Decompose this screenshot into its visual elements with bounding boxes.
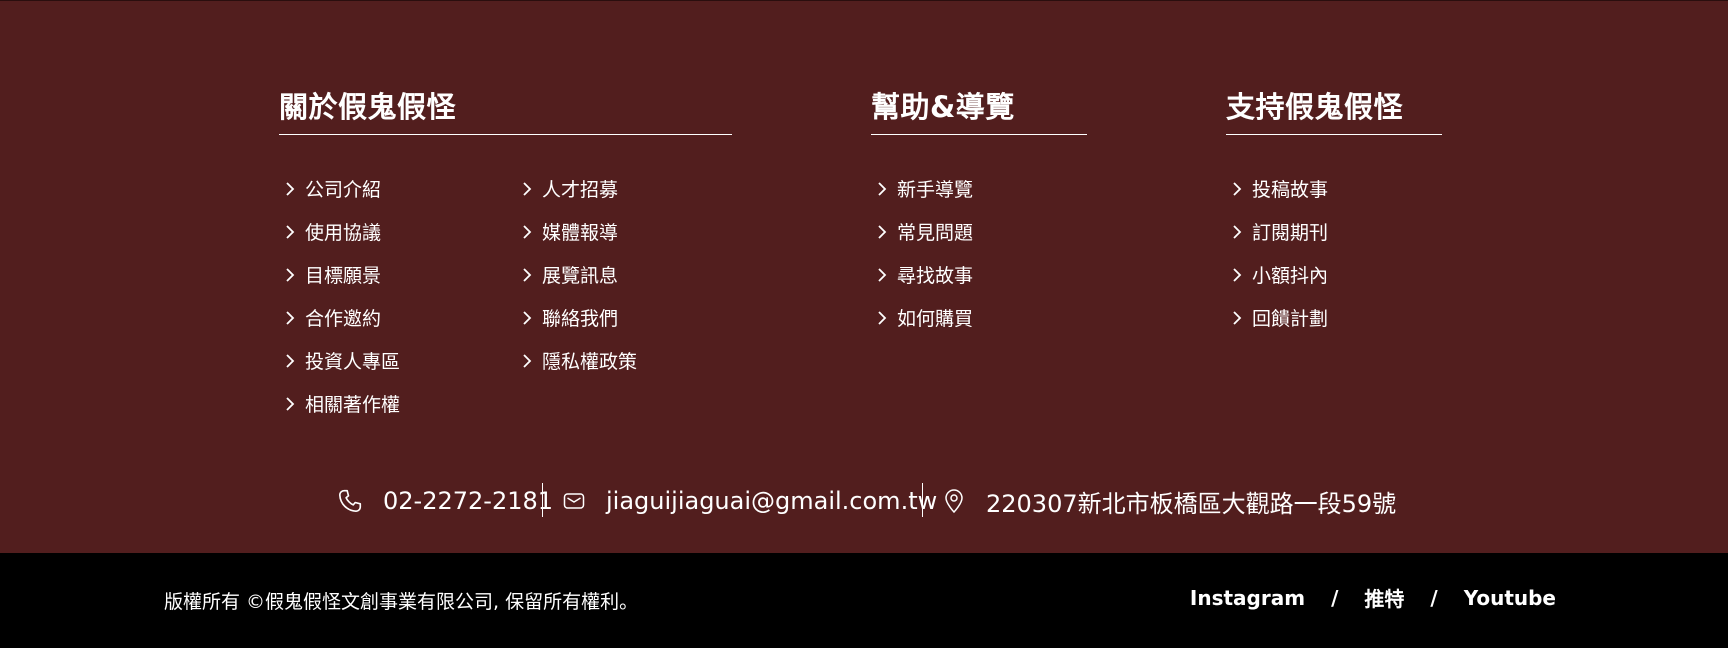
link-label: 合作邀約: [305, 308, 382, 330]
about-link-exhibitions[interactable]: 展覽訊息: [516, 253, 637, 296]
about-link-partnership[interactable]: 合作邀約: [279, 296, 400, 339]
street-address: 220307新北市板橋區大觀路一段59號: [986, 489, 1397, 518]
chevron-right-icon: [522, 223, 538, 241]
support-link-rewards[interactable]: 回饋計劃: [1226, 296, 1328, 339]
chevron-right-icon: [285, 266, 301, 284]
chevron-right-icon: [285, 309, 301, 327]
support-section: 支持假鬼假怪: [1226, 85, 1442, 135]
about-link-vision[interactable]: 目標願景: [279, 253, 400, 296]
link-label: 隱私權政策: [542, 351, 638, 373]
chevron-right-icon: [1232, 180, 1248, 198]
location-pin-icon: [942, 488, 966, 514]
social-link-youtube[interactable]: Youtube: [1464, 586, 1556, 610]
about-link-careers[interactable]: 人才招募: [516, 167, 637, 210]
link-label: 常見問題: [897, 222, 974, 244]
chevron-right-icon: [285, 352, 301, 370]
chevron-right-icon: [522, 309, 538, 327]
about-link-contact[interactable]: 聯絡我們: [516, 296, 637, 339]
link-label: 投資人專區: [305, 351, 401, 373]
about-link-company[interactable]: 公司介紹: [279, 167, 400, 210]
about-links-col2: 人才招募 媒體報導 展覽訊息 聯絡我們 隱私權政策: [516, 167, 637, 382]
phone-number: 02-2272-2181: [383, 487, 554, 515]
support-link-submit-story[interactable]: 投稿故事: [1226, 167, 1328, 210]
support-links: 投稿故事 訂閱期刊 小額抖內 回饋計劃: [1226, 167, 1328, 339]
link-label: 尋找故事: [897, 265, 974, 287]
about-link-press[interactable]: 媒體報導: [516, 210, 637, 253]
chevron-right-icon: [1232, 309, 1248, 327]
about-link-privacy[interactable]: 隱私權政策: [516, 339, 637, 382]
phone-icon: [337, 488, 363, 514]
help-heading: 幫助&導覽: [871, 85, 1087, 135]
social-separator: /: [1430, 585, 1438, 610]
link-label: 新手導覽: [897, 179, 974, 201]
link-label: 投稿故事: [1252, 179, 1329, 201]
chevron-right-icon: [1232, 266, 1248, 284]
copyright-text: 版權所有 ©假鬼假怪文創事業有限公司, 保留所有權利。: [164, 591, 639, 613]
chevron-right-icon: [877, 309, 893, 327]
about-link-copyright[interactable]: 相關著作權: [279, 382, 400, 425]
link-label: 聯絡我們: [542, 308, 619, 330]
help-link-how-to-buy[interactable]: 如何購買: [871, 296, 973, 339]
link-label: 回饋計劃: [1252, 308, 1329, 330]
chevron-right-icon: [285, 223, 301, 241]
social-separator: /: [1331, 585, 1339, 610]
mail-icon: [562, 489, 586, 513]
contact-email[interactable]: jiaguijiaguai@gmail.com.tw: [562, 479, 937, 523]
about-heading: 關於假鬼假怪: [279, 85, 732, 135]
help-link-faq[interactable]: 常見問題: [871, 210, 973, 253]
chevron-right-icon: [877, 266, 893, 284]
footer-main: 關於假鬼假怪 公司介紹 使用協議 目標願景 合作邀約 投資人專區 相關著作權 人…: [0, 0, 1728, 553]
help-links: 新手導覽 常見問題 尋找故事 如何購買: [871, 167, 973, 339]
chevron-right-icon: [877, 223, 893, 241]
chevron-right-icon: [522, 266, 538, 284]
link-label: 小額抖內: [1252, 265, 1329, 287]
help-link-find-stories[interactable]: 尋找故事: [871, 253, 973, 296]
contact-divider: [542, 483, 543, 517]
contact-phone[interactable]: 02-2272-2181: [337, 479, 553, 523]
social-link-twitter[interactable]: 推特: [1364, 583, 1404, 612]
link-label: 使用協議: [305, 222, 382, 244]
about-section: 關於假鬼假怪: [279, 85, 732, 135]
chevron-right-icon: [285, 395, 301, 413]
link-label: 公司介紹: [305, 179, 382, 201]
link-label: 目標願景: [305, 265, 382, 287]
help-section: 幫助&導覽: [871, 85, 1087, 135]
link-label: 訂閱期刊: [1252, 222, 1329, 244]
help-link-guide[interactable]: 新手導覽: [871, 167, 973, 210]
link-label: 相關著作權: [305, 394, 401, 416]
support-heading: 支持假鬼假怪: [1226, 85, 1442, 135]
chevron-right-icon: [285, 180, 301, 198]
social-link-instagram[interactable]: Instagram: [1190, 586, 1305, 610]
link-label: 媒體報導: [542, 222, 619, 244]
contact-bar: 02-2272-2181 jiaguijiaguai@gmail.com.tw …: [0, 479, 1728, 523]
chevron-right-icon: [877, 180, 893, 198]
support-link-subscribe[interactable]: 訂閱期刊: [1226, 210, 1328, 253]
link-label: 展覽訊息: [542, 265, 619, 287]
contact-address[interactable]: 220307新北市板橋區大觀路一段59號: [942, 479, 1396, 523]
about-link-investors[interactable]: 投資人專區: [279, 339, 400, 382]
social-links: Instagram / 推特 / Youtube: [1190, 583, 1556, 612]
chevron-right-icon: [522, 352, 538, 370]
footer-bottom-bar: 版權所有 ©假鬼假怪文創事業有限公司, 保留所有權利。 Instagram / …: [0, 553, 1728, 648]
about-links-col1: 公司介紹 使用協議 目標願景 合作邀約 投資人專區 相關著作權: [279, 167, 400, 425]
chevron-right-icon: [522, 180, 538, 198]
email-address: jiaguijiaguai@gmail.com.tw: [606, 487, 938, 515]
chevron-right-icon: [1232, 223, 1248, 241]
about-link-terms[interactable]: 使用協議: [279, 210, 400, 253]
contact-divider: [922, 483, 923, 517]
support-link-donate[interactable]: 小額抖內: [1226, 253, 1328, 296]
link-label: 如何購買: [897, 308, 974, 330]
link-label: 人才招募: [542, 179, 619, 201]
